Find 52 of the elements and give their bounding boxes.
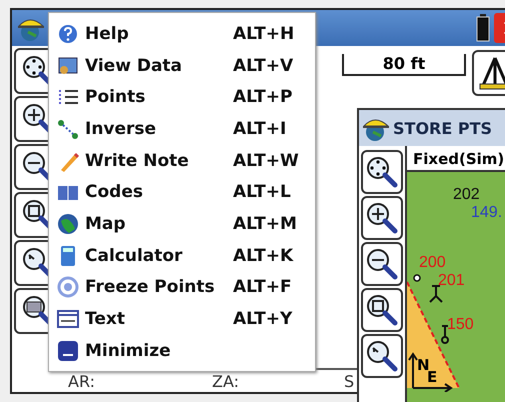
menu-item[interactable]: Freeze Points ALT+F [49, 272, 315, 304]
status-label: AR: [67, 372, 96, 390]
shortcut-label: ALT+H [233, 24, 296, 44]
zoom-tool-button[interactable] [361, 150, 403, 194]
zoom-tool-button[interactable] [361, 196, 403, 240]
menu-item[interactable]: Calculator ALT+K [49, 240, 315, 272]
help-icon [57, 22, 79, 45]
zoom-tool-button[interactable] [361, 288, 403, 332]
shortcut-label: ALT+I [233, 118, 288, 139]
menu-item[interactable]: Codes ALT+L [49, 176, 315, 208]
compass-label: E [427, 368, 438, 386]
window-title: STORE PTS [393, 118, 492, 138]
menu-item[interactable]: View Data ALT+V [49, 50, 315, 82]
zoom-icon [365, 247, 399, 281]
status-label: ZA: [211, 372, 240, 390]
shortcut-label: ALT+P [233, 87, 294, 108]
zoom-tool-button[interactable] [361, 334, 403, 378]
tripod-button[interactable] [472, 50, 505, 96]
point-label: 150 [447, 316, 474, 334]
menu-item[interactable]: Text ALT+Y [49, 303, 315, 335]
zoom-icon [365, 293, 399, 327]
menu-item[interactable]: Map ALT+M [49, 208, 315, 240]
shortcut-label: ALT+L [233, 182, 292, 202]
shortcut-label: ALT+Y [233, 309, 294, 330]
menu-item[interactable]: Help ALT+H [49, 18, 315, 50]
zoom-icon [365, 155, 399, 189]
text-icon [57, 308, 79, 330]
point-label: 149. [471, 204, 502, 222]
battery-icon [476, 14, 490, 42]
scale-bar: 80 ft [342, 54, 466, 76]
point-marker-icon [441, 325, 449, 344]
map-icon [57, 212, 79, 235]
point-label: 200 [419, 254, 446, 272]
zoom-icon [365, 339, 399, 373]
shortcut-label: ALT+W [233, 150, 300, 171]
north-east-arrow-icon [408, 352, 453, 392]
zoom-icon [365, 201, 399, 235]
tripod-point-icon [429, 285, 443, 303]
menu-item[interactable]: Write Note ALT+W [49, 144, 315, 176]
shortcut-label: ALT+V [233, 56, 294, 76]
shortcut-label: ALT+F [233, 277, 293, 298]
status-label: S [343, 372, 356, 390]
shortcut-label: ALT+M [233, 214, 298, 234]
shortcut-label: ALT+K [233, 246, 294, 266]
point-marker-icon [413, 274, 421, 282]
point-label: 202 [453, 186, 480, 204]
zoom-tool-button[interactable] [361, 242, 403, 286]
minimize-icon [57, 340, 79, 362]
menu-item[interactable]: Inverse ALT+I [49, 113, 315, 145]
point-label: 201 [438, 272, 465, 290]
menu-item[interactable]: Points ALT+P [49, 81, 315, 114]
menu-item[interactable]: Minimize [49, 334, 315, 367]
